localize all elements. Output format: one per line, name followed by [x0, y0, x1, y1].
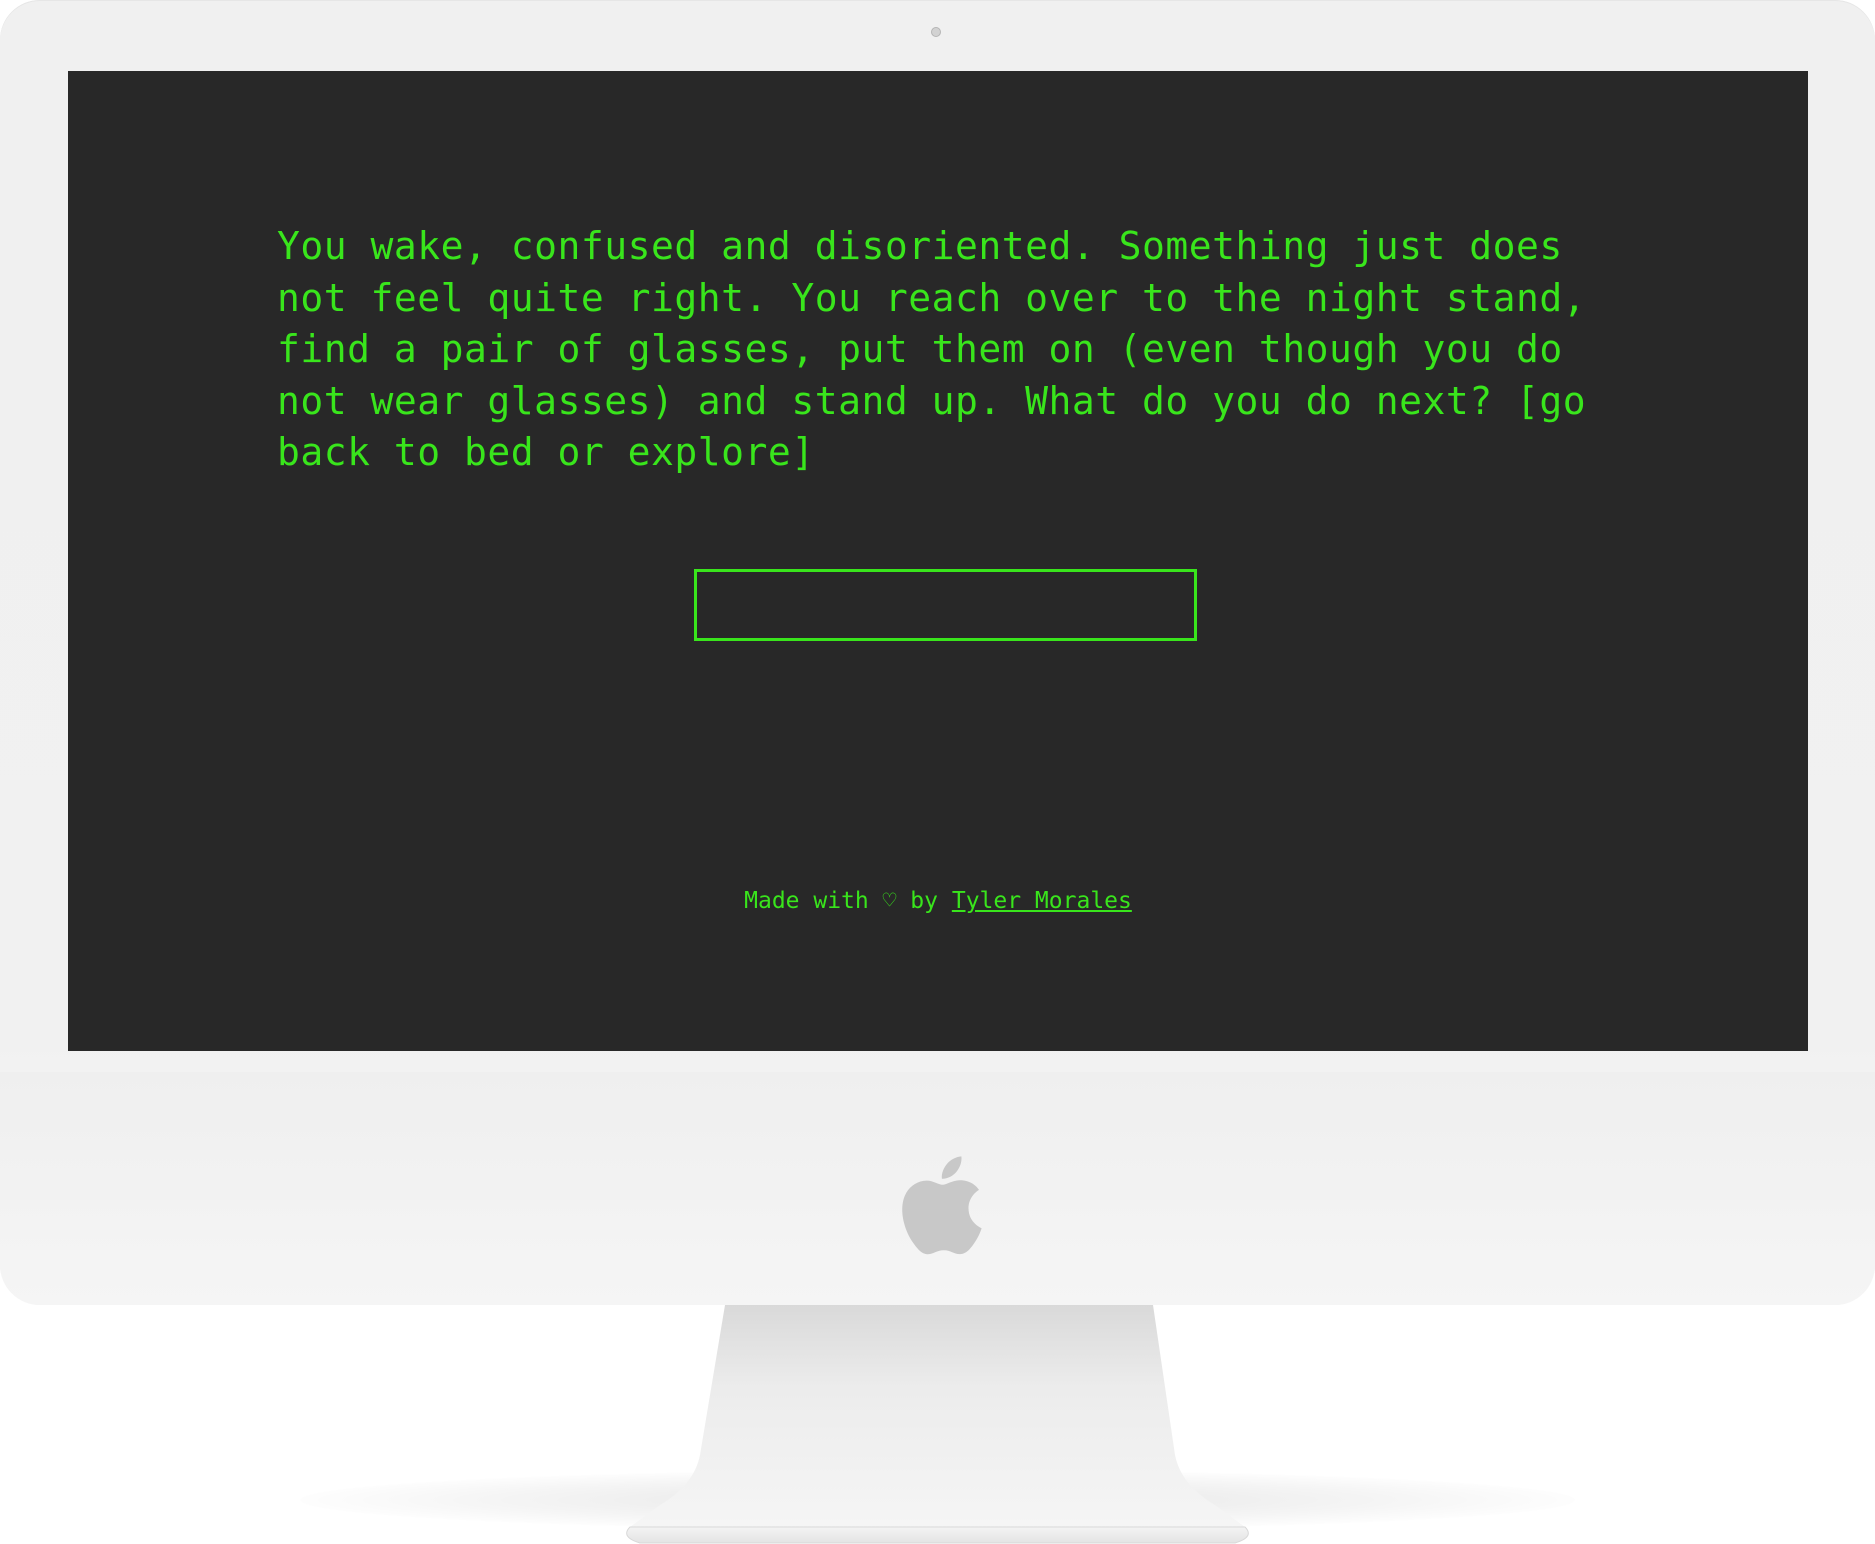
footer-made-with: Made with ♡ by — [744, 888, 952, 914]
author-link[interactable]: Tyler Morales — [952, 888, 1132, 914]
monitor-stand — [626, 1305, 1249, 1544]
desktop-mockup: You wake, confused and disoriented. Some… — [0, 0, 1875, 1544]
camera-icon — [931, 27, 941, 37]
screen: You wake, confused and disoriented. Some… — [68, 71, 1808, 1051]
footer: Made with ♡ by Tyler Morales — [68, 886, 1808, 916]
story-text: You wake, confused and disoriented. Some… — [277, 224, 1587, 474]
answer-input[interactable] — [694, 569, 1197, 641]
apple-logo-icon — [902, 1156, 982, 1255]
